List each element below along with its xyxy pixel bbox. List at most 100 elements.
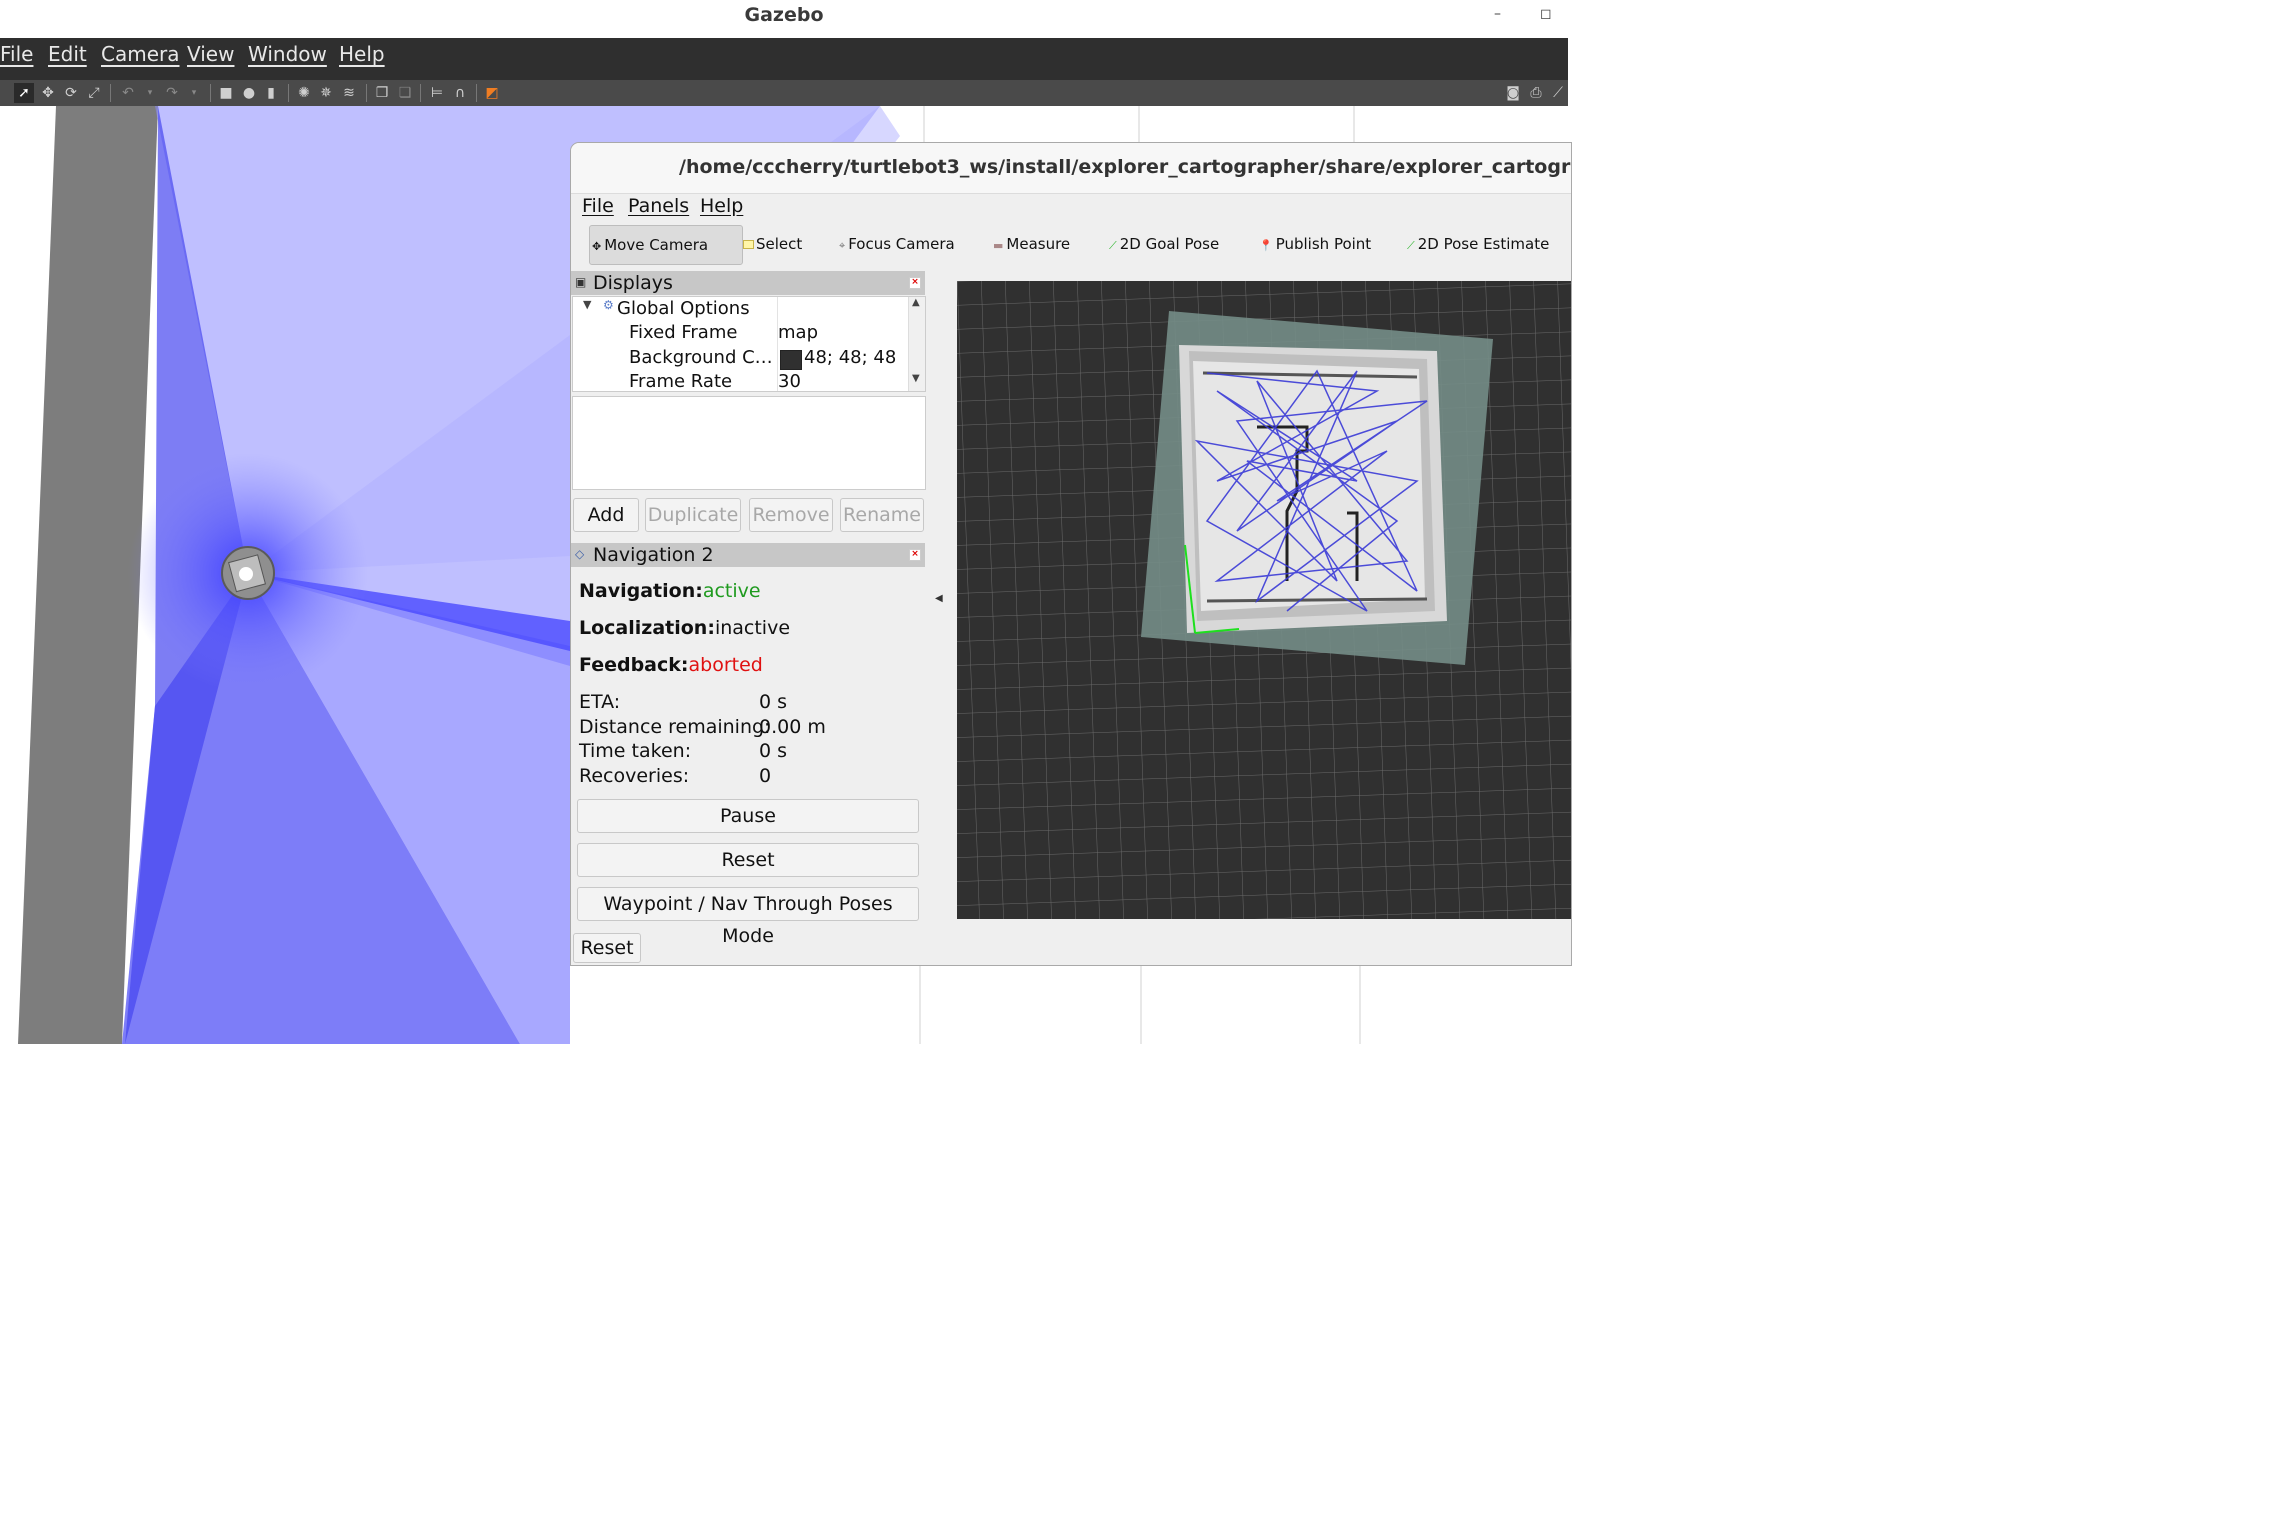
undo-icon[interactable]: ↶ [118,83,138,103]
eta-label: ETA: [579,691,621,713]
rviz-menu-panels[interactable]: Panels [628,195,689,217]
spot-light-icon[interactable]: ✵ [316,83,336,103]
menu-edit[interactable]: Edit [48,42,87,66]
expand-arrow-icon[interactable]: ▼ [583,298,591,311]
tool-2d-pose-estimate[interactable]: ⟋ 2D Pose Estimate [1407,225,1549,263]
screenshot-icon[interactable]: ◙ [1503,83,1523,103]
tool-label: Select [756,235,803,253]
undo-history-icon[interactable]: ▾ [140,83,160,103]
waypoint-mode-button[interactable]: Waypoint / Nav Through Poses Mode [577,887,919,947]
select-icon [743,240,754,249]
add-button[interactable]: Add [573,498,639,532]
bottom-reset-button[interactable]: Reset [573,933,641,963]
rviz-title: /home/cccherry/turtlebot3_ws/install/exp… [679,156,1572,178]
rviz-toolbar: ✥ Move Camera Select ⌖ Focus Camera ▬ Measu… [581,225,1571,265]
tool-move-camera[interactable]: ✥ Move Camera [589,225,743,265]
tool-focus-camera[interactable]: ⌖ Focus Camera [839,225,955,263]
distance-value: 0.00 m [759,716,826,738]
rotate-mode-icon[interactable]: ⟳ [61,83,81,103]
eta-value: 0 s [759,691,788,713]
tool-label: Measure [1006,235,1071,253]
fixed-frame-value[interactable]: map [778,322,818,343]
minimize-button[interactable]: – [1494,6,1501,22]
tool-measure[interactable]: ▬ Measure [993,225,1070,263]
measure-icon: ▬ [993,239,1004,252]
menu-camera[interactable]: Camera [101,42,180,66]
scroll-down-icon[interactable]: ▼ [912,373,920,384]
scroll-up-icon[interactable]: ▲ [912,297,920,308]
recoveries-row: Recoveries: 0 [579,765,771,787]
collapse-arrow-icon[interactable]: ◀ [935,593,943,604]
gazebo-title-bar: Gazebo – ◻ [0,0,1568,39]
displays-panel-header: ▣ Displays × [571,271,925,295]
copy-icon[interactable]: ❐ [372,83,392,103]
localization-status: Localization:inactive [579,617,790,639]
menu-help[interactable]: Help [339,42,385,66]
publish-point-pin-icon: 📍 [1259,239,1273,252]
box-shape-icon[interactable]: ■ [216,83,236,103]
feedback-status: Feedback:aborted [579,654,763,676]
directional-light-icon[interactable]: ≋ [339,83,359,103]
align-icon[interactable]: ⊨ [427,83,447,103]
tree-row-fixed-frame[interactable]: Fixed Frame map [573,322,909,346]
cylinder-shape-icon[interactable]: ▮ [261,83,281,103]
tree-scrollbar[interactable]: ▲ ▼ [908,297,925,391]
duplicate-button[interactable]: Duplicate [645,498,741,532]
rviz-menu-file[interactable]: File [582,195,614,217]
plot-icon[interactable]: ⟋ [1548,83,1568,103]
close-panel-icon[interactable]: × [909,549,921,561]
navigation-status-label: Navigation: [579,580,703,602]
remove-button[interactable]: Remove [749,498,833,532]
view-angle-icon[interactable]: ◩ [482,83,502,103]
rviz-window: /home/cccherry/turtlebot3_ws/install/exp… [570,142,1572,966]
pause-button[interactable]: Pause [577,799,919,833]
point-light-icon[interactable]: ✺ [294,83,314,103]
map-render [957,281,1571,919]
log-icon[interactable]: ⎙ [1526,83,1546,103]
navigation-status: Navigation:active [579,580,761,602]
pose-estimate-arrow-icon: ⟋ [1407,239,1415,252]
rviz-map-view[interactable] [957,281,1571,919]
tool-label: 2D Pose Estimate [1417,235,1550,253]
sphere-shape-icon[interactable]: ● [239,83,259,103]
localization-status-value: inactive [714,617,791,639]
time-taken-row: Time taken: 0 s [579,740,787,762]
background-color-label: Background C… [629,347,773,368]
tree-row-frame-rate[interactable]: Frame Rate 30 [573,371,909,391]
tree-row-global-options[interactable]: ▼ ⚙ Global Options [573,298,909,322]
rename-button[interactable]: Rename [840,498,924,532]
paste-icon[interactable]: ❏ [395,83,415,103]
maximize-button[interactable]: ◻ [1540,6,1552,22]
tool-2d-goal-pose[interactable]: ⟋ 2D Goal Pose [1109,225,1219,263]
color-swatch[interactable] [780,350,802,370]
redo-icon[interactable]: ↷ [162,83,182,103]
distance-row: Distance remaining: 0.00 m [579,716,826,738]
menu-file[interactable]: File [0,42,33,66]
fixed-frame-label: Fixed Frame [629,322,738,343]
frame-rate-value[interactable]: 30 [778,371,801,391]
gazebo-toolbar: ➚ ✥ ⟳ ⤢ ↶ ▾ ↷ ▾ ■ ● ▮ ✺ ✵ ≋ ❐ ❏ ⊨ ∩ ◩ ◙ … [0,80,1568,106]
scale-mode-icon[interactable]: ⤢ [84,83,104,103]
recoveries-value: 0 [759,765,772,787]
tool-label: Publish Point [1275,235,1372,253]
translate-mode-icon[interactable]: ✥ [38,83,58,103]
close-panel-icon[interactable]: × [909,277,921,289]
displays-tree[interactable]: ▼ ⚙ Global Options Fixed Frame map Backg… [572,296,926,392]
displays-title: Displays [593,272,673,294]
snap-icon[interactable]: ∩ [450,83,470,103]
global-options-label: Global Options [617,298,750,319]
menu-view[interactable]: View [187,42,234,66]
nav-reset-button[interactable]: Reset [577,843,919,877]
redo-history-icon[interactable]: ▾ [184,83,204,103]
gear-icon: ⚙ [603,298,614,312]
recoveries-label: Recoveries: [579,765,690,787]
background-color-value[interactable]: 48; 48; 48 [804,347,896,368]
tree-row-background-color[interactable]: Background C… 48; 48; 48 [573,347,909,371]
eta-row: ETA: 0 s [579,691,787,713]
tool-publish-point[interactable]: 📍 Publish Point [1259,225,1371,263]
select-mode-icon[interactable]: ➚ [14,83,34,103]
menu-window[interactable]: Window [248,42,327,66]
rviz-menu-help[interactable]: Help [700,195,743,217]
tool-select[interactable]: Select [743,225,802,263]
localization-status-label: Localization: [579,617,715,639]
